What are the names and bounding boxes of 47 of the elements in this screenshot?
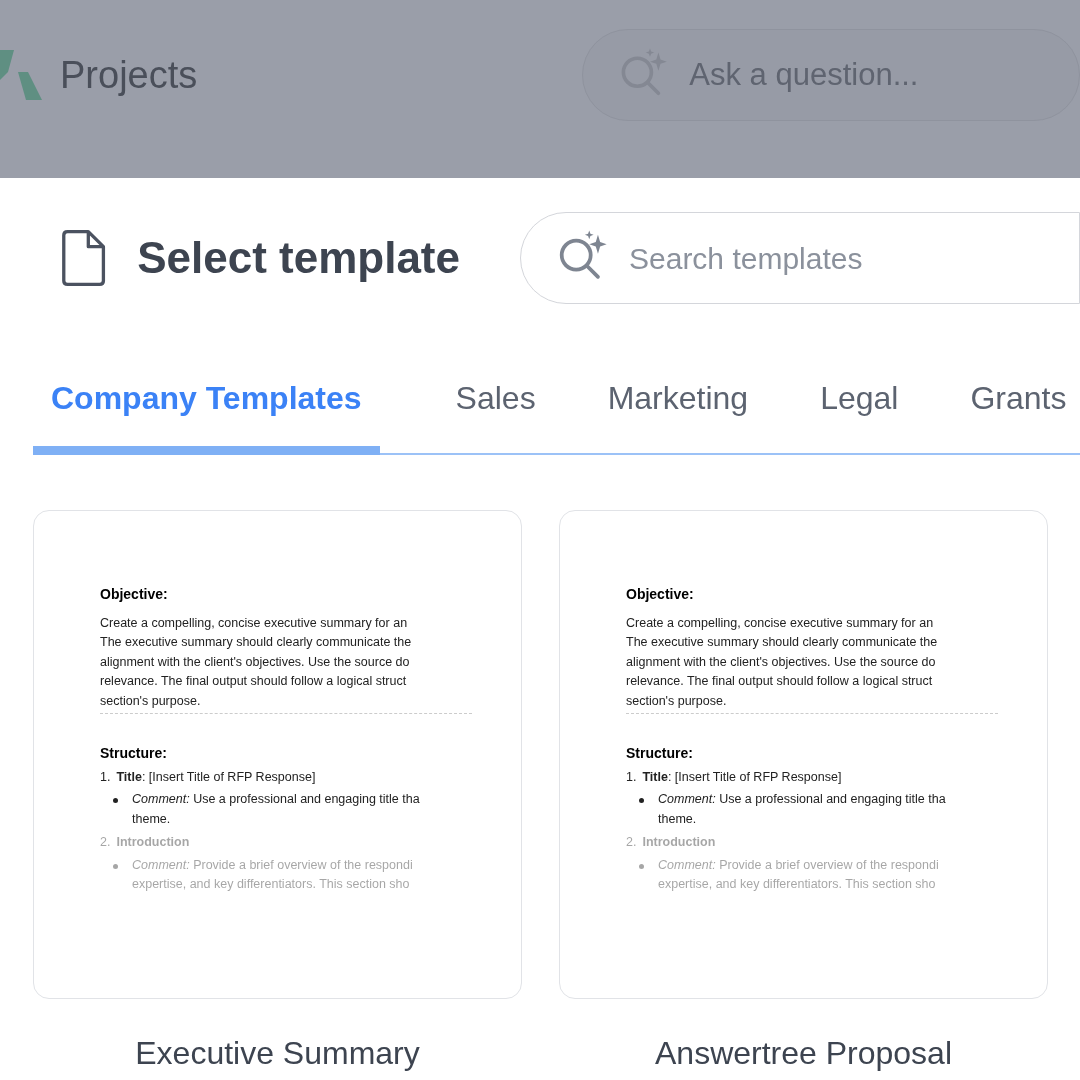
- comment-text: Comment: Provide a brief overview of the respondi: [658, 856, 939, 874]
- list-heading: Introduction: [116, 834, 190, 851]
- template-card[interactable]: [559, 510, 1048, 999]
- list-number: 2.: [100, 834, 111, 851]
- bullet-icon: [113, 798, 118, 803]
- bullet-icon: [113, 863, 118, 869]
- page-title: Projects: [60, 52, 198, 98]
- preview-text: alignment with the client's objectives. Use the source do: [100, 653, 410, 671]
- list-heading: Title: [Insert Title of RFP Response]: [116, 768, 316, 786]
- preview-text: section's purpose.: [100, 692, 201, 710]
- comment-text: Comment: Provide a brief overview of the respondi: [132, 856, 413, 874]
- category-tab[interactable]: Marketing: [571, 340, 785, 455]
- preview-text: relevance. The final output should follow a logical struct: [626, 673, 933, 690]
- preview-text: section's purpose.: [626, 692, 727, 710]
- comment-text: expertise, and key differentiators. This section sho: [132, 876, 410, 893]
- template-card[interactable]: [33, 510, 522, 999]
- preview-text: Create a compelling, concise executive summary for an: [100, 614, 408, 632]
- preview-heading: Structure:: [100, 744, 168, 763]
- list-number: 1.: [626, 768, 637, 786]
- template-name: Executive Summary: [135, 1034, 420, 1073]
- list-heading: Title: [Insert Title of RFP Response]: [642, 768, 842, 786]
- document-icon: [60, 227, 108, 289]
- preview-heading: Objective:: [100, 585, 169, 604]
- comment-text: Comment: Use a professional and engaging title tha: [132, 791, 420, 808]
- template-name: Answertree Proposal: [655, 1034, 952, 1073]
- list-heading: Introduction: [642, 834, 716, 851]
- dialog-title: Select template: [137, 232, 460, 284]
- preview-text: relevance. The final output should follow a logical struct: [100, 673, 407, 690]
- preview-text: Create a compelling, concise executive summary for an: [626, 614, 934, 632]
- category-tab[interactable]: Grants: [934, 340, 1080, 455]
- preview-text: The executive summary should clearly communicate the: [626, 634, 938, 651]
- comment-text: theme.: [658, 810, 697, 828]
- bullet-icon: [639, 863, 644, 869]
- comment-text: theme.: [132, 810, 171, 828]
- bullet-icon: [639, 798, 644, 803]
- category-tab[interactable]: Company Templates: [33, 340, 380, 455]
- list-number: 1.: [100, 768, 111, 786]
- comment-text: Comment: Use a professional and engaging title tha: [658, 791, 946, 808]
- preview-text: alignment with the client's objectives. Use the source do: [626, 653, 936, 671]
- list-number: 2.: [626, 834, 637, 851]
- category-tab[interactable]: Legal: [784, 340, 935, 455]
- preview-heading: Structure:: [626, 744, 694, 763]
- comment-text: expertise, and key differentiators. This section sho: [658, 876, 936, 893]
- preview-text: The executive summary should clearly communicate the: [100, 634, 412, 651]
- category-tab[interactable]: Sales: [419, 340, 572, 455]
- preview-heading: Objective:: [626, 585, 695, 604]
- logo-icon: [0, 50, 42, 100]
